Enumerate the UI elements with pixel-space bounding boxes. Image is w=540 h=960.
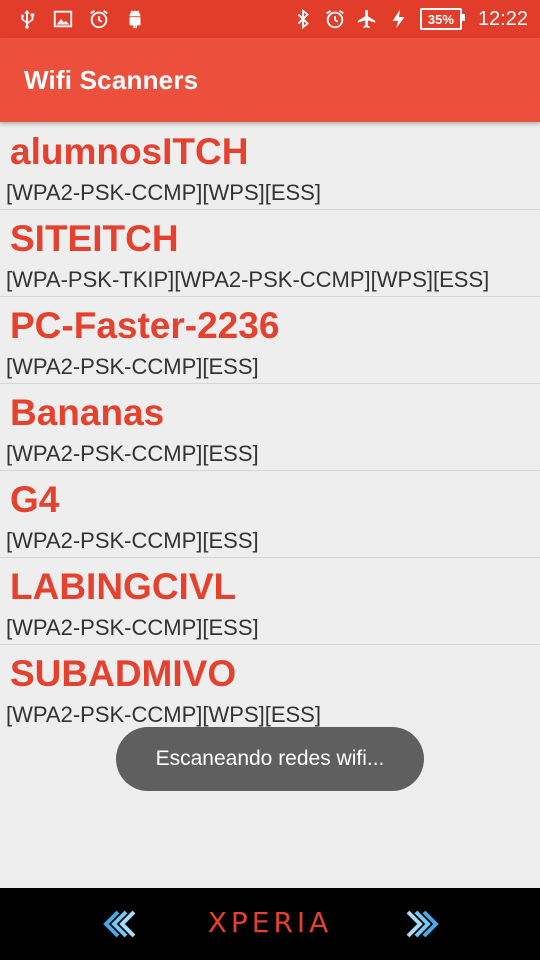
airplane-mode-icon xyxy=(356,8,378,30)
back-chevrons-icon[interactable] xyxy=(100,908,138,940)
network-ssid: LABINGCIVL xyxy=(10,566,237,607)
app-title: Wifi Scanners xyxy=(24,65,199,95)
list-item[interactable]: SITEITCH [WPA-PSK-TKIP][WPA2-PSK-CCMP][W… xyxy=(0,210,540,297)
list-item[interactable]: Bananas [WPA2-PSK-CCMP][ESS] xyxy=(0,384,540,471)
list-item[interactable]: alumnosITCH [WPA2-PSK-CCMP][WPS][ESS] xyxy=(0,123,540,210)
image-icon xyxy=(52,8,74,30)
status-bar: 35% 12:22 xyxy=(0,0,540,38)
list-item[interactable]: LABINGCIVL [WPA2-PSK-CCMP][ESS] xyxy=(0,558,540,645)
network-capabilities: [WPA2-PSK-CCMP][ESS] xyxy=(6,528,259,553)
navigation-bar: XPERIA xyxy=(0,888,540,960)
bluetooth-icon xyxy=(292,8,314,30)
network-ssid: G4 xyxy=(10,479,60,520)
list-item[interactable]: G4 [WPA2-PSK-CCMP][ESS] xyxy=(0,471,540,558)
battery-indicator: 35% xyxy=(419,8,465,30)
alarm-icon xyxy=(324,8,346,30)
network-ssid: PC-Faster-2236 xyxy=(10,305,280,346)
network-ssid: Bananas xyxy=(10,392,165,433)
toast-message: Escaneando redes wifi... xyxy=(116,727,424,791)
network-capabilities: [WPA2-PSK-CCMP][WPS][ESS] xyxy=(6,180,321,205)
network-capabilities: [WPA2-PSK-CCMP][ESS] xyxy=(6,354,259,379)
list-item[interactable]: SUBADMIVO [WPA2-PSK-CCMP][WPS][ESS] xyxy=(0,645,540,732)
usb-icon xyxy=(16,8,38,30)
network-ssid: SITEITCH xyxy=(10,218,179,259)
app-bar: Wifi Scanners xyxy=(0,38,540,122)
clock: 12:22 xyxy=(477,7,528,30)
list-item[interactable]: PC-Faster-2236 [WPA2-PSK-CCMP][ESS] xyxy=(0,297,540,384)
network-capabilities: [WPA-PSK-TKIP][WPA2-PSK-CCMP][WPS][ESS] xyxy=(6,267,490,292)
network-ssid: SUBADMIVO xyxy=(10,653,237,694)
alarm-clock-icon xyxy=(88,8,110,30)
network-capabilities: [WPA2-PSK-CCMP][WPS][ESS] xyxy=(6,702,321,727)
android-icon xyxy=(124,8,146,30)
network-capabilities: [WPA2-PSK-CCMP][ESS] xyxy=(6,441,259,466)
brand-logo: XPERIA xyxy=(207,906,333,939)
forward-chevrons-icon[interactable] xyxy=(404,908,442,940)
network-capabilities: [WPA2-PSK-CCMP][ESS] xyxy=(6,615,259,640)
network-ssid: alumnosITCH xyxy=(10,131,249,172)
network-list: alumnosITCH [WPA2-PSK-CCMP][WPS][ESS] SI… xyxy=(0,123,540,732)
charging-icon xyxy=(388,8,410,30)
